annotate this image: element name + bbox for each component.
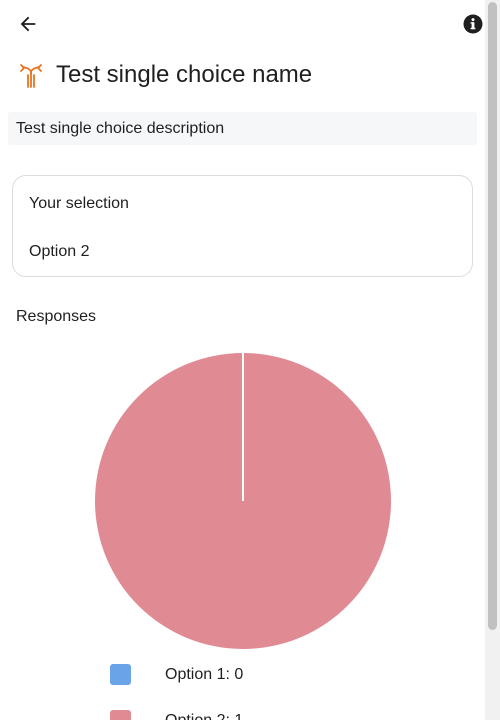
split-arrows-icon: [16, 60, 46, 90]
info-icon: [463, 14, 483, 34]
question-description: Test single choice description: [8, 112, 477, 145]
arrow-left-icon: [20, 16, 36, 32]
legend-item-option-2[interactable]: Option 2: 1: [110, 710, 370, 720]
legend-label: Option 2: 1: [165, 712, 243, 720]
responses-pie-chart: [95, 353, 391, 649]
top-bar: [0, 0, 485, 48]
legend-swatch: [110, 664, 131, 685]
your-selection-card: Your selection Option 2: [12, 175, 473, 277]
back-button[interactable]: [14, 10, 42, 38]
question-header: Test single choice name: [16, 56, 312, 94]
page-title: Test single choice name: [56, 61, 313, 88]
legend-item-option-1[interactable]: Option 1: 0: [110, 664, 370, 686]
vertical-scrollbar[interactable]: [485, 0, 500, 720]
info-button[interactable]: [462, 13, 484, 35]
responses-heading: Responses: [16, 308, 97, 325]
scrollbar-thumb[interactable]: [488, 2, 497, 630]
selection-label: Your selection: [29, 195, 129, 212]
legend-label: Option 1: 0: [165, 666, 244, 683]
page-content: Test single choice name Test single choi…: [0, 0, 485, 720]
legend-swatch: [110, 710, 131, 720]
selection-value: Option 2: [29, 243, 90, 260]
